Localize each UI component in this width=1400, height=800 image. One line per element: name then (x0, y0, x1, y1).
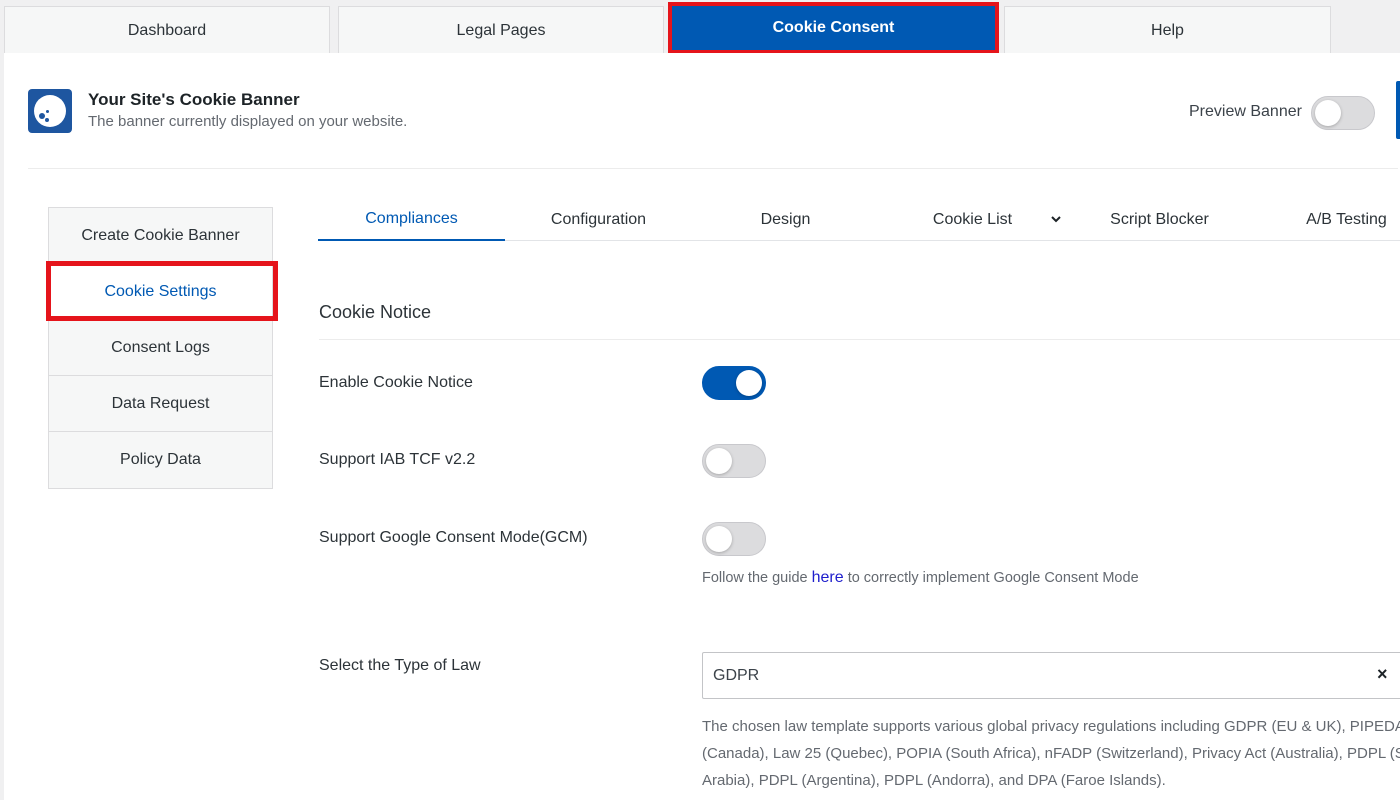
sub-tab-ab-testing[interactable]: A/B Testing (1253, 199, 1400, 241)
side-item-policy-data[interactable]: Policy Data (49, 432, 272, 488)
sub-tab-design[interactable]: Design (692, 199, 879, 241)
gcm-hint-pre: Follow the guide (702, 570, 808, 586)
divider (319, 339, 1400, 340)
sub-tab-cookie-list[interactable]: Cookie List (879, 199, 1066, 241)
tab-cookie-consent[interactable]: Cookie Consent (668, 2, 999, 54)
gcm-hint-post: to correctly implement Google Consent Mo… (847, 570, 1139, 586)
preview-banner-label: Preview Banner (1189, 103, 1302, 120)
sub-tab-compliances[interactable]: Compliances (318, 199, 505, 241)
main-panel: Your Site's Cookie Banner The banner cur… (4, 53, 1400, 800)
law-type-select[interactable]: GDPR × (702, 652, 1400, 699)
cookie-logo-icon (28, 89, 72, 133)
side-menu: Create Cookie Banner Cookie Settings Con… (48, 207, 273, 489)
law-type-label: Select the Type of Law (319, 657, 481, 674)
sub-tab-configuration[interactable]: Configuration (505, 199, 692, 241)
preview-banner-toggle[interactable] (1311, 96, 1375, 130)
law-description-line: (Canada), Law 25 (Quebec), POPIA (South … (702, 745, 1400, 762)
law-type-value: GDPR (713, 667, 760, 684)
chevron-down-icon[interactable] (1050, 213, 1062, 228)
law-description-line: The chosen law template supports various… (702, 718, 1400, 735)
tab-help[interactable]: Help (1004, 6, 1331, 54)
banner-title: Your Site's Cookie Banner (88, 90, 300, 109)
sub-tab-script-blocker[interactable]: Script Blocker (1066, 199, 1253, 241)
support-gcm-label: Support Google Consent Mode(GCM) (319, 529, 588, 546)
side-item-data-request[interactable]: Data Request (49, 376, 272, 432)
top-navigation-tabs: Dashboard Legal Pages Cookie Consent Hel… (0, 0, 1400, 54)
law-description-line: Arabia), PDPL (Argentina), PDPL (Andorra… (702, 772, 1166, 789)
settings-sub-tabs: Compliances Configuration Design Cookie … (318, 199, 1400, 241)
side-item-consent-logs[interactable]: Consent Logs (49, 320, 272, 376)
banner-header: Your Site's Cookie Banner The banner cur… (28, 81, 1400, 169)
side-item-cookie-settings[interactable]: Cookie Settings (49, 264, 272, 320)
side-item-create-cookie-banner[interactable]: Create Cookie Banner (49, 208, 272, 264)
enable-cookie-notice-label: Enable Cookie Notice (319, 374, 473, 391)
tab-dashboard[interactable]: Dashboard (4, 6, 330, 54)
banner-subtitle: The banner currently displayed on your w… (88, 113, 408, 130)
support-iab-tcf-label: Support IAB TCF v2.2 (319, 451, 476, 468)
enable-cookie-notice-toggle[interactable] (702, 366, 766, 400)
law-description: The chosen law template supports various… (702, 713, 1400, 794)
gcm-hint-text: Follow the guide here to correctly imple… (702, 569, 1139, 587)
section-title: Cookie Notice (319, 302, 432, 322)
clear-icon[interactable]: × (1377, 664, 1388, 685)
support-iab-tcf-toggle[interactable] (702, 444, 766, 478)
gcm-guide-link[interactable]: here (812, 569, 844, 586)
support-gcm-toggle[interactable] (702, 522, 766, 556)
tab-legal-pages[interactable]: Legal Pages (338, 6, 664, 54)
panel-edge-button[interactable] (1396, 81, 1400, 139)
